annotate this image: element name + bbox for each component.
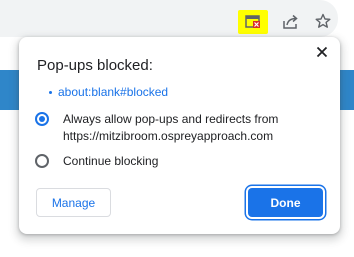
- radio-always-allow[interactable]: [35, 112, 49, 126]
- option-continue-blocking[interactable]: Continue blocking: [35, 153, 158, 170]
- option-always-allow[interactable]: Always allow pop-ups and redirects from …: [35, 111, 325, 145]
- close-icon[interactable]: [311, 41, 333, 63]
- radio-continue-blocking[interactable]: [35, 154, 49, 168]
- popup-blocked-bubble: Pop-ups blocked: about:blank#blocked Alw…: [19, 37, 340, 234]
- bookmark-star-icon[interactable]: [312, 10, 334, 32]
- bullet-icon: [49, 90, 52, 94]
- browser-toolbar: [0, 0, 354, 40]
- popup-blocked-icon[interactable]: [238, 10, 268, 34]
- share-icon[interactable]: [280, 11, 302, 33]
- option-always-allow-label[interactable]: Always allow pop-ups and redirects from …: [63, 111, 325, 145]
- done-button[interactable]: Done: [248, 188, 323, 217]
- blocked-popup-url[interactable]: about:blank#blocked: [58, 85, 168, 99]
- blocked-popups-list: about:blank#blocked: [49, 85, 168, 99]
- blocked-popup-link[interactable]: about:blank#blocked: [49, 85, 168, 99]
- bubble-title: Pop-ups blocked:: [37, 57, 153, 74]
- option-continue-blocking-label[interactable]: Continue blocking: [63, 153, 158, 170]
- manage-button[interactable]: Manage: [36, 188, 111, 217]
